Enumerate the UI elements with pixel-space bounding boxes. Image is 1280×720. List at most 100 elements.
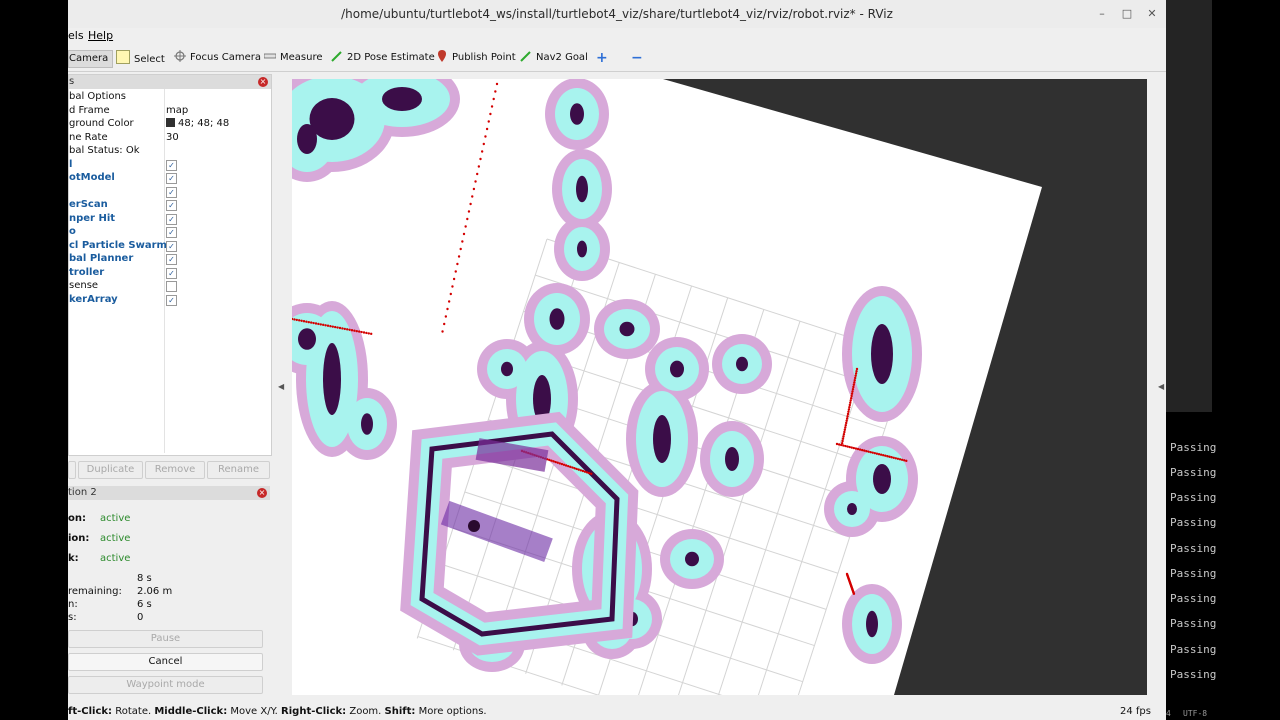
add-display-button[interactable] [68,461,76,479]
terminal-line: Passing [1170,441,1217,454]
pose-estimate-tool[interactable]: 2D Pose Estimate [331,50,435,66]
background-color-row[interactable]: ground Color [69,117,134,130]
display-checkbox[interactable]: ✓ [166,268,177,279]
localization-status-value: active [100,533,131,544]
select-label: Select [134,54,165,65]
focus-camera-tool[interactable]: Focus Camera [174,50,261,66]
rviz-window: /home/ubuntu/turtlebot4_ws/install/turtl… [68,0,1166,720]
displays-header: s × [69,75,271,89]
duplicate-button[interactable]: Duplicate [78,461,143,479]
display-checkbox[interactable]: ✓ [166,241,177,252]
select-tool[interactable]: Select [116,50,165,66]
color-swatch [166,118,175,127]
column-divider [164,89,165,453]
display-checkbox[interactable]: ✓ [166,227,177,238]
hint-shift: Shift: [384,706,416,717]
maximize-button[interactable]: □ [1119,7,1135,21]
navigation-panel: tion 2 × on: active ion: active k: activ… [68,486,270,702]
navigation-status-label: on: [68,513,86,524]
display-item[interactable]: bal Planner [69,252,133,265]
background-color-value[interactable]: 48; 48; 48 [166,117,229,130]
hint-shift-text: More options. [418,706,487,717]
display-item[interactable]: sense [69,279,98,292]
move-camera-tool[interactable]: Camera [68,50,114,68]
nav2-goal-tool[interactable]: Nav2 Goal [520,50,588,66]
focus-camera-label: Focus Camera [190,52,261,63]
minimize-button[interactable]: – [1094,7,1110,21]
display-item[interactable]: erScan [69,198,108,211]
occupancy-map [292,79,1042,695]
hint-middle-click: Middle-Click: [154,706,228,717]
display-checkbox[interactable]: ✓ [166,173,177,184]
goal-arrow-icon [520,50,532,62]
metric-label: s: [68,612,77,623]
display-item[interactable]: l [69,158,72,171]
frame-rate-row[interactable]: ne Rate [69,131,108,144]
menu-help[interactable]: Help [88,29,113,42]
frame-rate-value[interactable]: 30 [166,131,179,144]
terminal-line: Passing [1170,668,1217,681]
fps-counter: 24 fps [1120,706,1151,717]
waypoint-mode-button[interactable]: Waypoint mode [68,676,263,694]
hint-right-text: Zoom. [349,706,382,717]
terminal-line: Passing [1170,617,1217,630]
display-item[interactable]: cl Particle Swarm [69,239,167,252]
close-navigation-icon[interactable]: × [257,488,267,498]
display-item[interactable]: o [69,225,76,238]
terminal-upper-area [1166,0,1212,412]
close-displays-icon[interactable]: × [258,77,268,87]
title-bar: /home/ubuntu/turtlebot4_ws/install/turtl… [68,0,1166,29]
select-icon [116,50,130,64]
measure-label: Measure [280,52,323,63]
collapse-right-icon[interactable]: ◀ [1158,382,1164,391]
close-button[interactable]: ✕ [1144,7,1160,21]
display-item[interactable]: kerArray [69,293,118,306]
display-checkbox[interactable]: ✓ [166,200,177,211]
terminal-line: Passing [1170,466,1217,479]
global-status-row[interactable]: bal Status: Ok [69,144,140,157]
display-checkbox[interactable] [166,281,177,292]
remove-button[interactable]: Remove [145,461,205,479]
display-checkbox[interactable]: ✓ [166,214,177,225]
display-checkbox[interactable]: ✓ [166,254,177,265]
fixed-frame-value[interactable]: map [166,104,188,117]
cancel-button[interactable]: Cancel [68,653,263,671]
add-tool-button[interactable]: + [596,50,608,66]
hint-left-text: Rotate. [115,706,152,717]
desktop-left-edge [0,0,68,720]
menu-panels[interactable]: els [68,29,84,42]
displays-panel: s × bal Options d Frame map ground Color… [68,74,272,456]
display-item[interactable]: otModel [69,171,115,184]
display-checkbox[interactable]: ✓ [166,160,177,171]
status-bar: ft-Click: Rotate. Middle-Click: Move X/Y… [68,704,1166,720]
measure-tool[interactable]: Measure [263,50,323,66]
hint-middle-text: Move X/Y. [230,706,278,717]
3d-viewport[interactable] [292,79,1147,695]
remove-tool-button[interactable]: − [631,50,643,66]
metric-value: 6 s [137,599,152,610]
display-item[interactable]: nper Hit [69,212,115,225]
collapse-left-icon[interactable]: ◀ [278,382,284,391]
terminal-line: Passing [1170,567,1217,580]
metric-label: n: [68,599,78,610]
rename-button[interactable]: Rename [207,461,270,479]
terminal-footer-left: 4 [1166,709,1171,718]
pause-button[interactable]: Pause [68,630,263,648]
display-checkbox[interactable]: ✓ [166,295,177,306]
publish-point-tool[interactable]: Publish Point [436,50,516,66]
display-item[interactable]: troller [69,266,104,279]
terminal-line: Passing [1170,542,1217,555]
display-checkbox[interactable]: ✓ [166,187,177,198]
fixed-frame-row[interactable]: d Frame [69,104,110,117]
green-arrow-icon [331,50,343,62]
publish-point-label: Publish Point [452,52,516,63]
displays-title: s [69,76,75,87]
toolbar: Camera Select Focus Camera Measure 2D Po… [68,45,1166,72]
metric-value: 8 s [137,573,152,584]
terminal-line: Passing [1170,592,1217,605]
feedback-status-label: k: [68,553,79,564]
global-options-row[interactable]: bal Options [69,90,126,103]
feedback-status-value: active [100,553,131,564]
metric-label: remaining: [68,586,122,597]
hint-left-click: ft-Click: [68,706,113,717]
